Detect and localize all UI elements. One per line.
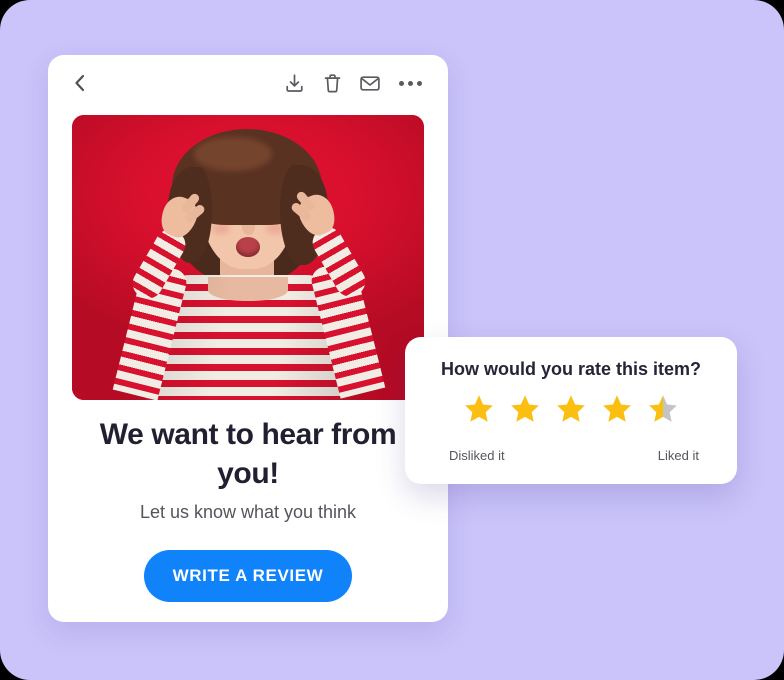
photo-woman-sunglasses: [72, 115, 424, 400]
star-icon-5-half[interactable]: [647, 393, 679, 425]
delete-button[interactable]: [318, 69, 346, 97]
envelope-icon: [359, 74, 381, 93]
download-icon: [284, 73, 305, 94]
star-icon-1[interactable]: [463, 393, 495, 425]
trash-icon: [323, 73, 342, 94]
mail-button[interactable]: [356, 69, 384, 97]
star-icon-3[interactable]: [555, 393, 587, 425]
more-options-button[interactable]: [396, 69, 424, 97]
photo-subject: [72, 115, 424, 400]
star-rating-control[interactable]: [405, 393, 737, 425]
review-card: We want to hear from you! Let us know wh…: [48, 55, 448, 622]
card-toolbar: [48, 55, 448, 111]
rating-popover: How would you rate this item? Disliked i…: [405, 337, 737, 484]
rating-high-label: Liked it: [657, 448, 699, 463]
rating-legend: Disliked it Liked it: [449, 448, 699, 463]
back-button[interactable]: [66, 69, 94, 97]
page-subtitle: Let us know what you think: [139, 502, 357, 522]
download-button[interactable]: [280, 69, 308, 97]
hero-photo: [72, 115, 424, 400]
page-title: We want to hear from you!: [99, 418, 397, 490]
star-icon-2[interactable]: [509, 393, 541, 425]
rating-question: How would you rate this item?: [440, 359, 701, 379]
rating-low-label: Disliked it: [449, 448, 505, 463]
more-horizontal-icon: [398, 80, 422, 86]
app-root: We want to hear from you! Let us know wh…: [0, 0, 784, 680]
write-a-review-button[interactable]: WRITE A REVIEW: [144, 550, 352, 602]
chevron-left-icon: [72, 73, 88, 93]
star-icon-4[interactable]: [601, 393, 633, 425]
